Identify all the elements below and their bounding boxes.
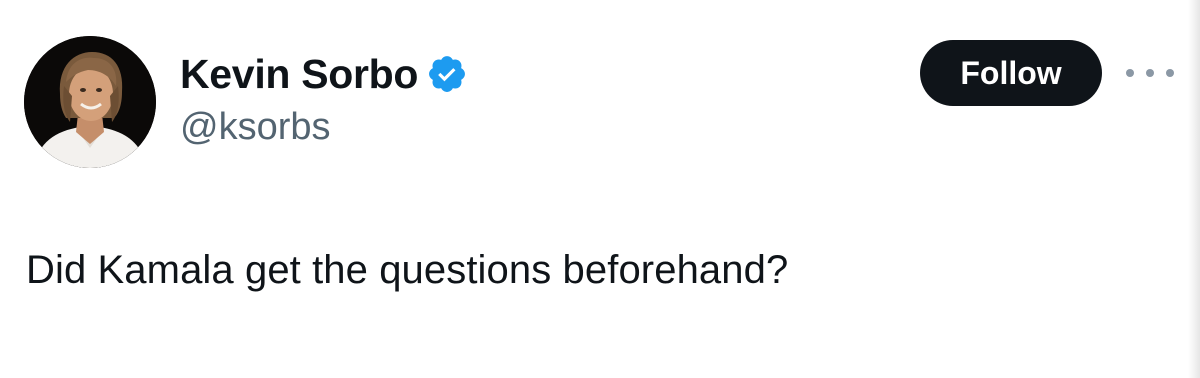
more-dot (1166, 69, 1174, 77)
follow-button[interactable]: Follow (920, 40, 1102, 106)
tweet-card: Kevin Sorbo @ksorbs Follow Did Kamala ge… (0, 0, 1200, 378)
avatar-photo (24, 36, 156, 168)
more-dot (1126, 69, 1134, 77)
author-display-name[interactable]: Kevin Sorbo (180, 51, 418, 98)
author-avatar[interactable] (24, 36, 156, 168)
author-name-row: Kevin Sorbo (180, 46, 468, 102)
verified-badge-icon (426, 53, 468, 95)
tweet-text: Did Kamala get the questions beforehand? (26, 248, 789, 292)
more-options-icon[interactable] (1126, 60, 1174, 86)
author-handle[interactable]: @ksorbs (180, 106, 331, 149)
edge-shadow (1188, 0, 1200, 378)
more-dot (1146, 69, 1154, 77)
